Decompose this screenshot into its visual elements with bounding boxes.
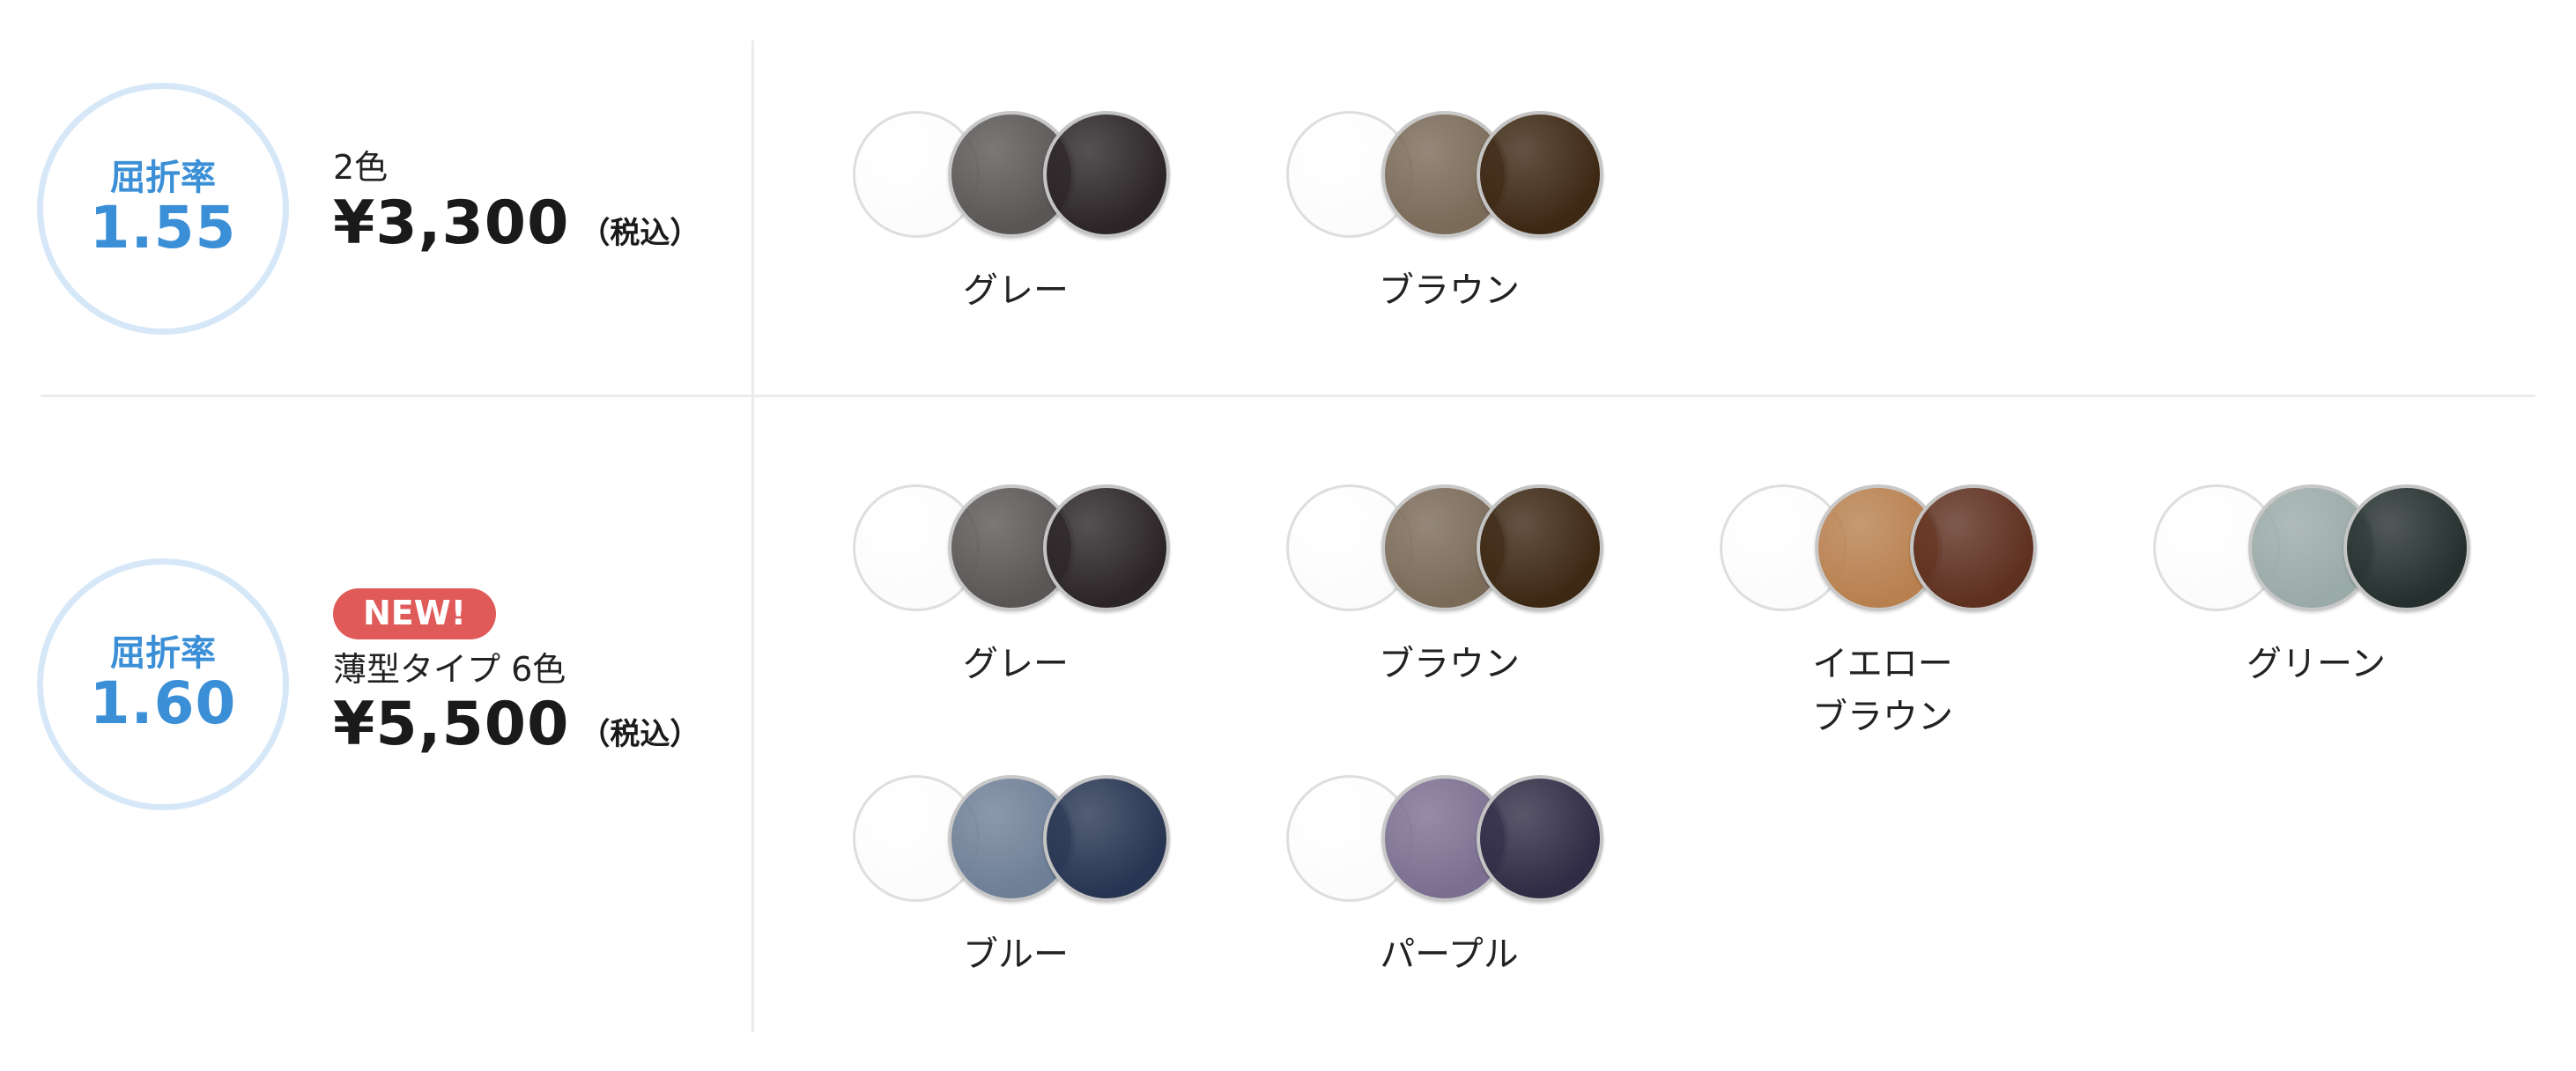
badge-index-value: 1.60 — [89, 669, 237, 738]
price: ¥5,500 — [333, 690, 570, 760]
badge-index-value: 1.55 — [89, 194, 237, 262]
refractive-index-badge-155: 屈折率 1.55 — [37, 83, 289, 335]
dark-tint-lens-circle — [1043, 775, 1170, 902]
dark-tint-lens-circle — [1477, 484, 1603, 611]
price-info-160: NEW! 薄型タイプ 6色 ¥5,500 （税込） — [333, 588, 700, 759]
lens-option-green-160[interactable]: グリーン — [2153, 483, 2479, 729]
lens-swatch — [853, 483, 1179, 615]
lens-swatch — [853, 109, 1179, 241]
color-count: 2色 — [333, 148, 389, 187]
lens-option-purple-160[interactable]: パープル — [1286, 773, 1612, 1020]
lens-color-name: グレー — [963, 644, 1069, 684]
row-divider — [41, 395, 2535, 397]
lens-swatch — [1286, 109, 1612, 241]
lens-option-brown-160[interactable]: ブラウン — [1286, 483, 1612, 729]
lens-color-name: グリーン — [2247, 644, 2386, 684]
dark-tint-lens-circle — [2343, 484, 2470, 611]
lens-option-gray-155[interactable]: グレー — [853, 109, 1179, 356]
lens-option-gray-160[interactable]: グレー — [853, 483, 1179, 729]
column-divider — [751, 41, 754, 1032]
lens-color-name: ブラウン — [1379, 644, 1520, 684]
dark-tint-lens-circle — [1043, 111, 1170, 238]
badge-label: 屈折率 — [110, 633, 216, 675]
price-info-155: 2色 ¥3,300 （税込） — [333, 148, 700, 258]
lens-color-name: パープル — [1380, 934, 1519, 975]
type-and-color-count: 薄型タイプ 6色 — [333, 649, 566, 689]
lens-swatch — [1286, 773, 1612, 905]
lens-swatch — [853, 773, 1179, 905]
lens-option-blue-160[interactable]: ブルー — [853, 773, 1179, 1020]
lens-swatch — [1720, 483, 2046, 615]
lens-swatch — [1286, 483, 1612, 615]
lens-color-name: ブラウン — [1379, 270, 1520, 311]
lens-option-yellow-brown-160[interactable]: イエロー ブラウン — [1720, 483, 2046, 737]
new-badge: NEW! — [333, 588, 497, 639]
lens-option-brown-155[interactable]: ブラウン — [1286, 109, 1612, 356]
lens-color-name: イエロー ブラウン — [1812, 644, 1953, 737]
tax-included-label: （税込） — [580, 215, 700, 251]
lens-color-name: グレー — [963, 270, 1069, 311]
lens-swatch — [2153, 483, 2479, 615]
dark-tint-lens-circle — [1043, 484, 1170, 611]
tax-included-label: （税込） — [580, 717, 700, 753]
price: ¥3,300 — [333, 188, 570, 258]
badge-label: 屈折率 — [110, 158, 216, 199]
dark-tint-lens-circle — [1910, 484, 2037, 611]
dark-tint-lens-circle — [1477, 111, 1603, 238]
dark-tint-lens-circle — [1477, 775, 1603, 902]
lens-color-name: ブルー — [963, 934, 1069, 975]
refractive-index-badge-160: 屈折率 1.60 — [37, 558, 289, 810]
